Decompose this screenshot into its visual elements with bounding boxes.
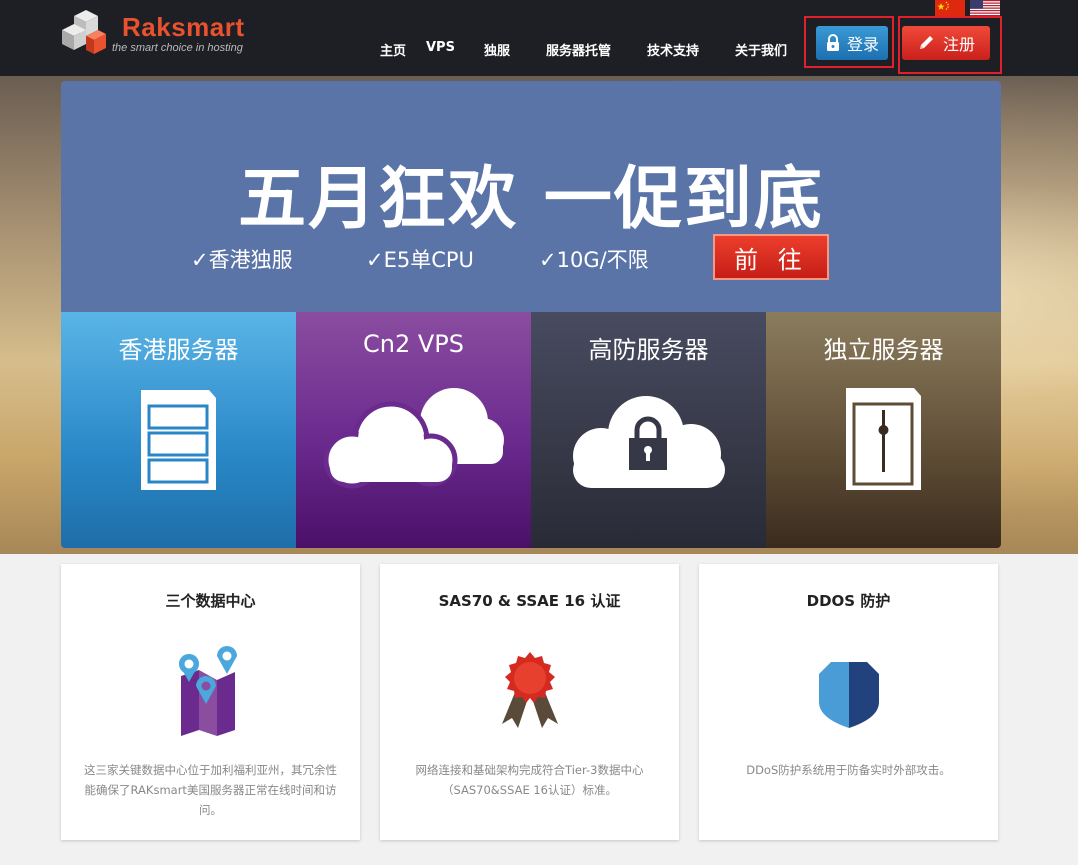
card-data-centers: 三个数据中心 这三家关键数据中心位于加利福利亚州，其冗余性能确保了RAKsmar… <box>61 564 360 840</box>
server-icon <box>141 390 216 490</box>
card-ddos-protection-title: DDOS 防护 <box>806 592 891 610</box>
card-certification-text: 网络连接和基础架构完成符合Tier-3数据中心（SAS70&SSAE 16认证）… <box>415 763 644 797</box>
cloud-icon <box>323 388 504 489</box>
nav-vps[interactable]: VPS <box>426 40 455 55</box>
cloud-lock-icon <box>573 396 725 488</box>
brand-tagline: the smart choice in hosting <box>112 42 243 54</box>
login-button[interactable]: 登录 <box>816 26 888 60</box>
tile-ddos-server-label: 高防服务器 <box>588 336 709 364</box>
nav-home[interactable]: 主页 <box>380 40 406 59</box>
top-header: Raksmart the smart choice in hosting 主页 … <box>0 0 1078 76</box>
tile-ddos-server[interactable]: 高防服务器 <box>531 312 766 548</box>
china-flag-icon[interactable] <box>935 0 965 16</box>
map-pin-icon <box>179 646 237 736</box>
nav-about[interactable]: 关于我们 <box>735 40 787 59</box>
brand-name: Raksmart <box>122 12 245 42</box>
tile-dedicated-server-label: 独立服务器 <box>823 336 944 364</box>
tile-hk-server-label: 香港服务器 <box>118 336 239 364</box>
padlock-icon <box>826 34 839 51</box>
card-data-centers-text: 这三家关键数据中心位于加利福利亚州，其冗余性能确保了RAKsmart美国服务器正… <box>84 763 337 817</box>
tile-hk-server[interactable]: 香港服务器 <box>61 312 296 548</box>
promo-banner[interactable]: 五月狂欢 一促到底 ✓香港独服 ✓E5单CPU ✓10G/不限 前 往 <box>61 81 1001 313</box>
award-ribbon-icon <box>502 652 558 728</box>
tile-cn2-vps[interactable]: Cn2 VPS <box>296 312 531 548</box>
register-button[interactable]: 注册 <box>902 26 990 60</box>
register-label: 注册 <box>942 35 975 54</box>
tile-cn2-vps-label: Cn2 VPS <box>363 330 464 358</box>
promo-feature-hk-dedicated: ✓香港独服 <box>191 248 293 272</box>
brand-logo[interactable]: Raksmart the smart choice in hosting <box>60 8 260 58</box>
promo-feature-e5-cpu: ✓E5单CPU <box>366 248 474 272</box>
promo-go-button[interactable]: 前 往 <box>713 234 829 280</box>
nav-support[interactable]: 技术支持 <box>647 40 699 59</box>
nav-colocation[interactable]: 服务器托管 <box>546 40 611 59</box>
pencil-icon <box>919 36 933 49</box>
nav-dedicated[interactable]: 独服 <box>484 40 510 59</box>
shield-icon <box>819 662 879 728</box>
usa-flag-icon[interactable] <box>970 0 1000 16</box>
dedicated-server-icon <box>846 388 921 490</box>
promo-feature-bandwidth: ✓10G/不限 <box>539 248 649 272</box>
promo-title: 五月狂欢 一促到底 <box>238 160 824 239</box>
card-ddos-protection-text: DDoS防护系统用于防备实时外部攻击。 <box>746 763 951 777</box>
card-certification-title: SAS70 & SSAE 16 认证 <box>438 592 621 610</box>
tile-dedicated-server[interactable]: 独立服务器 <box>766 312 1001 548</box>
login-label: 登录 <box>846 35 879 54</box>
card-certification: SAS70 & SSAE 16 认证 网络连接和基础架构完成符合Tier-3数据… <box>380 564 679 840</box>
card-ddos-protection: DDOS 防护 DDoS防护系统用于防备实时外部攻击。 <box>699 564 998 840</box>
card-data-centers-title: 三个数据中心 <box>165 592 256 610</box>
logo-cube-icon <box>62 10 106 54</box>
